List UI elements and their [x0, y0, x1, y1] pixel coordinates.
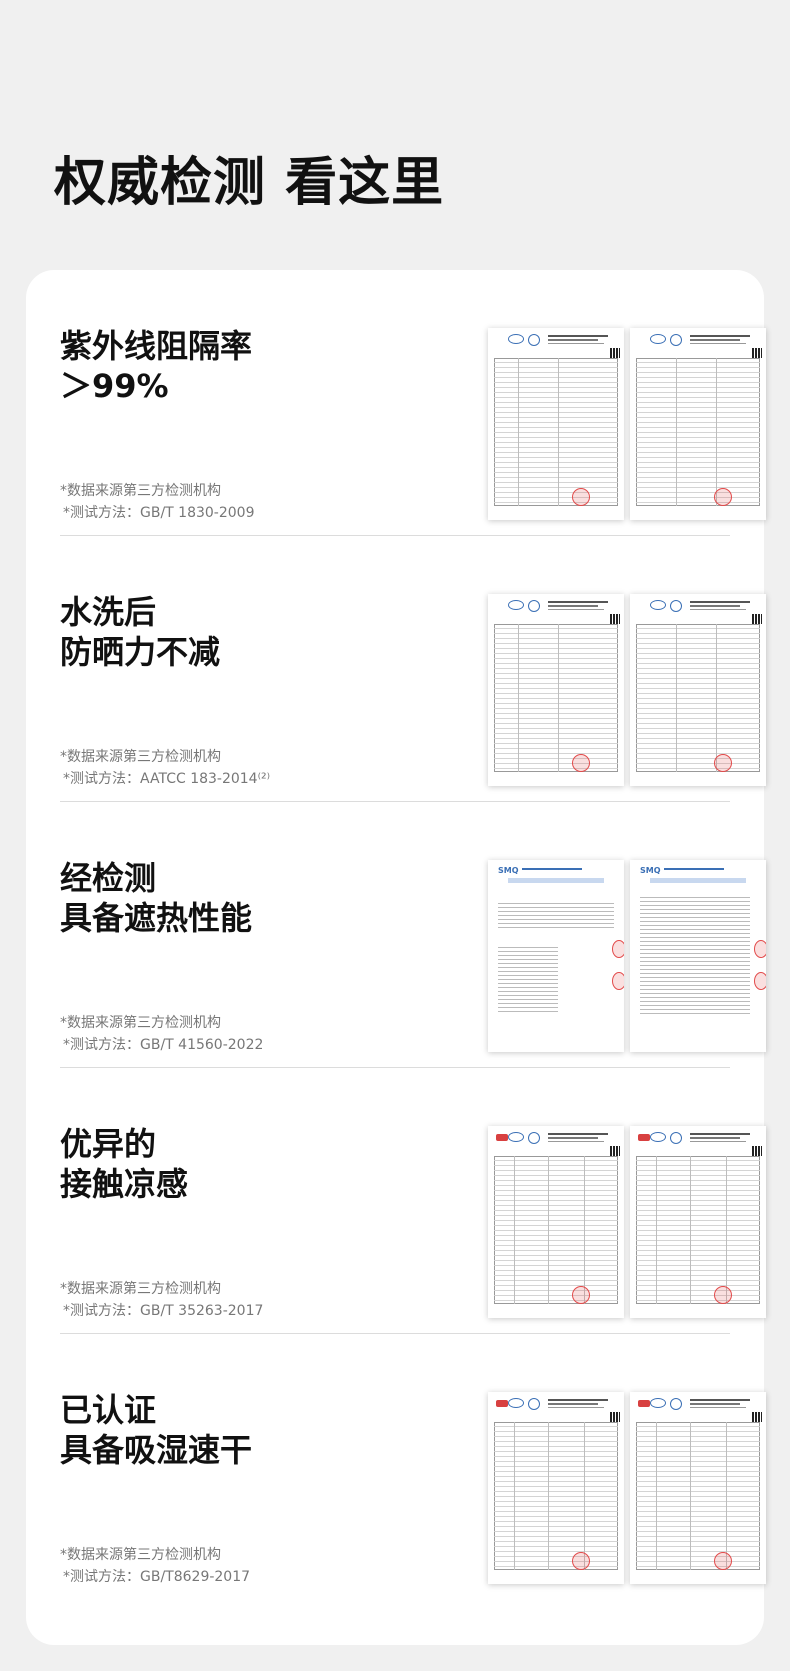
seal-icon [572, 488, 590, 506]
method-note: *测试方法：GB/T 41560-2022 [63, 1037, 264, 1053]
report-thumbnails: SMQ SMQ [488, 860, 766, 1056]
section-heading: 水洗后 防晒力不减 [60, 592, 390, 672]
section-heading: 优异的 接触凉感 [60, 1124, 390, 1204]
heading-line-1: 已认证 [60, 1391, 157, 1429]
report-page-image [630, 1392, 766, 1584]
report-thumbnails [488, 328, 766, 524]
source-note: *数据来源第三方检测机构 [60, 749, 221, 765]
report-page-image: SMQ [630, 860, 766, 1052]
source-note: *数据来源第三方检测机构 [60, 483, 221, 499]
method-note: *测试方法：GB/T 35263-2017 [63, 1303, 264, 1319]
heading-line-2: 防晒力不减 [60, 633, 221, 671]
section-wash-durability: 水洗后 防晒力不减 *数据来源第三方检测机构 *测试方法：AATCC 183-2… [60, 536, 766, 802]
heading-line-1: 优异的 [60, 1125, 157, 1163]
section-uv-blocking: 紫外线阻隔率 ＞99% *数据来源第三方检测机构 *测试方法：GB/T 1830… [60, 270, 766, 536]
report-page-image [488, 1392, 624, 1584]
seal-icon [754, 940, 766, 958]
seal-icon [572, 754, 590, 772]
report-page-image [488, 328, 624, 520]
method-note: *测试方法：GB/T8629-2017 [63, 1569, 251, 1585]
heading-line-1: 经检测 [60, 859, 157, 897]
report-page-image: SMQ [488, 860, 624, 1052]
section-cool-touch: 优异的 接触凉感 *数据来源第三方检测机构 *测试方法：GB/T 35263-2… [60, 1068, 766, 1334]
heading-line-1: 紫外线阻隔率 [60, 327, 253, 365]
section-heat-shielding: 经检测 具备遮热性能 *数据来源第三方检测机构 *测试方法：GB/T 41560… [60, 802, 766, 1068]
seal-icon [714, 754, 732, 772]
report-thumbnails [488, 1392, 766, 1588]
seal-icon [714, 1286, 732, 1304]
seal-icon [612, 940, 624, 958]
heading-line-2: ＞99% [60, 367, 169, 405]
source-note: *数据来源第三方检测机构 [60, 1547, 221, 1563]
report-page-image [630, 594, 766, 786]
section-heading: 经检测 具备遮热性能 [60, 858, 390, 938]
heading-line-1: 水洗后 [60, 593, 157, 631]
report-page-image [630, 1126, 766, 1318]
report-thumbnails [488, 594, 766, 790]
report-thumbnails [488, 1126, 766, 1322]
source-note: *数据来源第三方检测机构 [60, 1015, 221, 1031]
seal-icon [754, 972, 766, 990]
source-note: *数据来源第三方检测机构 [60, 1281, 221, 1297]
report-page-image [630, 328, 766, 520]
section-heading: 紫外线阻隔率 ＞99% [60, 326, 390, 406]
report-page-image [488, 1126, 624, 1318]
seal-icon [572, 1552, 590, 1570]
heading-line-2: 具备遮热性能 [60, 899, 253, 937]
test-report-card: 紫外线阻隔率 ＞99% *数据来源第三方检测机构 *测试方法：GB/T 1830… [26, 270, 766, 1645]
method-note: *测试方法：GB/T 1830-2009 [63, 505, 255, 521]
method-note: *测试方法：AATCC 183-2014⁽²⁾ [63, 771, 271, 787]
seal-icon [612, 972, 624, 990]
seal-icon [714, 1552, 732, 1570]
report-page-image [488, 594, 624, 786]
section-heading: 已认证 具备吸湿速干 [60, 1390, 390, 1470]
heading-line-2: 接触凉感 [60, 1165, 189, 1203]
seal-icon [572, 1286, 590, 1304]
heading-line-2: 具备吸湿速干 [60, 1431, 253, 1469]
section-moisture-wicking: 已认证 具备吸湿速干 *数据来源第三方检测机构 *测试方法：GB/T8629-2… [60, 1334, 766, 1600]
page-title: 权威检测 看这里 [54, 153, 445, 213]
seal-icon [714, 488, 732, 506]
